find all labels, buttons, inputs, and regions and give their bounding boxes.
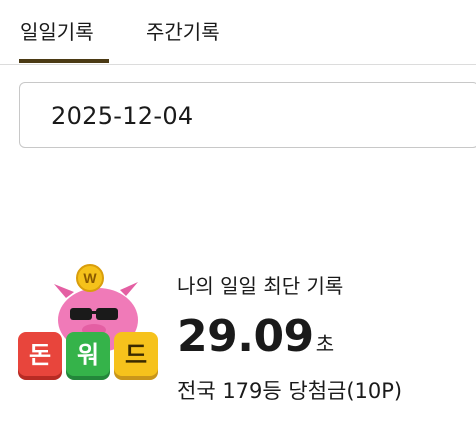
coin-icon: W <box>76 264 104 292</box>
active-tab-indicator <box>19 59 109 63</box>
logo-letter-1: 돈 <box>29 341 51 369</box>
record-title: 나의 일일 최단 기록 <box>177 274 344 298</box>
record-time-unit: 초 <box>315 332 334 356</box>
coin-letter: W <box>83 270 97 286</box>
date-input[interactable]: 2025-12-04 <box>19 82 476 148</box>
tab-bar: 일일기록 주간기록 <box>0 0 476 65</box>
record-time: 29.09 초 <box>177 311 334 362</box>
donword-logo: W 돈 워 드 <box>18 264 158 380</box>
date-value: 2025-12-04 <box>51 102 194 130</box>
logo-letter-2: 워 <box>77 341 99 369</box>
tab-weekly-record[interactable]: 주간기록 <box>146 16 220 45</box>
tab-daily-record[interactable]: 일일기록 <box>20 16 94 45</box>
logo-blocks: 돈 워 드 <box>18 332 158 380</box>
record-time-value: 29.09 <box>177 311 314 362</box>
record-rank: 전국 179등 당첨금(10P) <box>177 379 403 403</box>
logo-letter-3: 드 <box>125 341 147 369</box>
